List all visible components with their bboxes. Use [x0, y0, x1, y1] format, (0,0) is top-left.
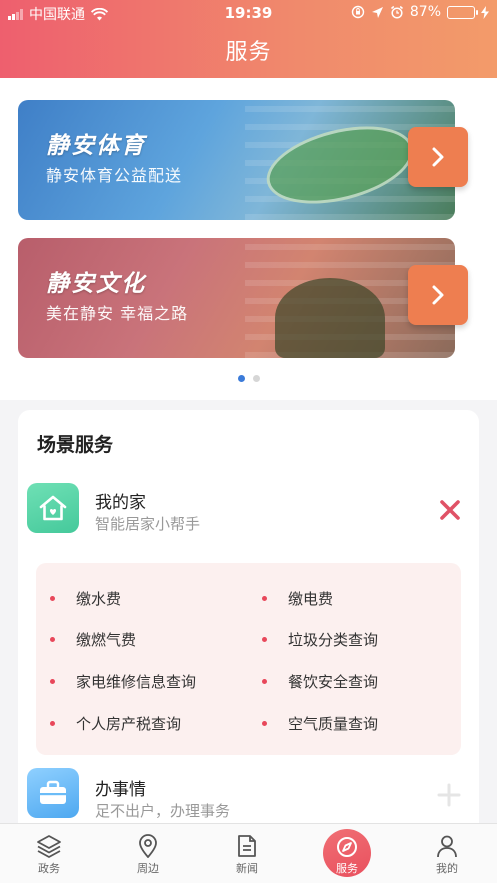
- plus-icon[interactable]: [437, 783, 461, 807]
- service-subtitle: 智能居家小帮手: [95, 515, 201, 533]
- sub-service-label: 垃圾分类查询: [288, 631, 379, 649]
- scene-services-card: 场景服务 我的家 智能居家小帮手 缴水费 缴电费 缴燃气费 垃圾分类查询 家电维…: [18, 410, 479, 830]
- banner-subtitle: 美在静安 幸福之路: [46, 304, 189, 323]
- sub-service-item[interactable]: 餐饮安全查询: [262, 671, 378, 692]
- sub-service-item[interactable]: 空气质量查询: [262, 713, 378, 734]
- chevron-right-icon: [432, 285, 444, 305]
- bullet-dot: [50, 721, 55, 726]
- sub-service-label: 缴水费: [76, 590, 122, 608]
- sub-service-label: 空气质量查询: [288, 715, 379, 733]
- sub-service-item[interactable]: 个人房产税查询: [50, 713, 181, 734]
- carousel-dot[interactable]: [252, 375, 260, 382]
- document-icon: [238, 835, 256, 857]
- home-icon: [39, 495, 67, 521]
- bullet-dot: [262, 596, 267, 601]
- layers-icon: [37, 835, 61, 858]
- compass-icon: [337, 837, 357, 857]
- battery-icon: [447, 5, 478, 19]
- tree-image: [275, 278, 385, 358]
- user-icon: [437, 835, 457, 858]
- close-icon[interactable]: [438, 498, 462, 522]
- sub-service-label: 个人房产税查询: [76, 715, 182, 733]
- bullet-dot: [262, 637, 267, 642]
- sub-service-label: 缴燃气费: [76, 631, 137, 649]
- bullet-dot: [262, 679, 267, 684]
- service-name[interactable]: 我的家: [95, 488, 146, 513]
- charging-bolt-icon: [481, 5, 489, 19]
- tab-nearby[interactable]: 周边: [108, 824, 188, 883]
- bullet-dot: [50, 679, 55, 684]
- tab-label: 我的: [436, 862, 458, 875]
- sub-service-item[interactable]: 缴水费: [50, 588, 121, 609]
- sub-service-label: 缴电费: [288, 590, 334, 608]
- banner-carousel[interactable]: 静安体育 静安体育公益配送 静安文化 美在静安 幸福之路: [0, 78, 497, 400]
- location-arrow-icon: [371, 6, 383, 18]
- banner-title: 静安体育: [46, 133, 146, 159]
- banner-culture-arrow-button[interactable]: [408, 265, 468, 325]
- orientation-lock-icon: [351, 5, 365, 19]
- status-bar: 中国联通 19:39 87%: [0, 0, 497, 26]
- banner-sports[interactable]: 静安体育 静安体育公益配送: [18, 100, 455, 220]
- banner-title: 静安文化: [46, 271, 146, 297]
- banner-culture[interactable]: 静安文化 美在静安 幸福之路: [18, 238, 455, 358]
- alarm-icon: [390, 5, 403, 19]
- tab-label: 新闻: [236, 862, 258, 875]
- tab-label: 服务: [336, 862, 358, 875]
- sub-service-label: 餐饮安全查询: [288, 673, 379, 691]
- section-title: 场景服务: [37, 434, 114, 456]
- tab-profile[interactable]: 我的: [407, 824, 487, 883]
- carousel-indicator: [0, 375, 497, 382]
- sub-service-item[interactable]: 家电维修信息查询: [50, 671, 196, 692]
- banner-subtitle: 静安体育公益配送: [46, 166, 183, 185]
- location-pin-icon: [139, 834, 157, 858]
- chevron-right-icon: [432, 147, 444, 167]
- tab-bar: 政务 周边 新闻 服务 我的: [0, 823, 497, 883]
- home-sub-services-panel: 缴水费 缴电费 缴燃气费 垃圾分类查询 家电维修信息查询 餐饮安全查询 个人房产…: [36, 563, 461, 755]
- bullet-dot: [50, 637, 55, 642]
- tab-news[interactable]: 新闻: [207, 824, 287, 883]
- tab-government[interactable]: 政务: [9, 824, 89, 883]
- sub-service-item[interactable]: 缴电费: [262, 588, 333, 609]
- home-service-icon[interactable]: [27, 483, 79, 533]
- battery-percent: 87%: [409, 4, 441, 20]
- sub-service-item[interactable]: 缴燃气费: [50, 629, 136, 650]
- header: 中国联通 19:39 87% 服务: [0, 0, 497, 78]
- affairs-service-icon[interactable]: [27, 768, 79, 818]
- carousel-dot-active[interactable]: [237, 375, 245, 382]
- banner-sports-arrow-button[interactable]: [408, 127, 468, 187]
- bullet-dot: [262, 721, 267, 726]
- bullet-dot: [50, 596, 55, 601]
- sub-service-item[interactable]: 垃圾分类查询: [262, 629, 378, 650]
- sub-service-label: 家电维修信息查询: [76, 673, 197, 691]
- tab-label: 周边: [137, 862, 159, 875]
- tab-services[interactable]: 服务: [307, 824, 387, 883]
- tab-label: 政务: [38, 862, 60, 875]
- briefcase-icon: [40, 780, 66, 804]
- service-name[interactable]: 办事情: [95, 775, 146, 800]
- page-title: 服务: [225, 40, 272, 65]
- service-subtitle: 足不出户，办理事务: [95, 802, 231, 820]
